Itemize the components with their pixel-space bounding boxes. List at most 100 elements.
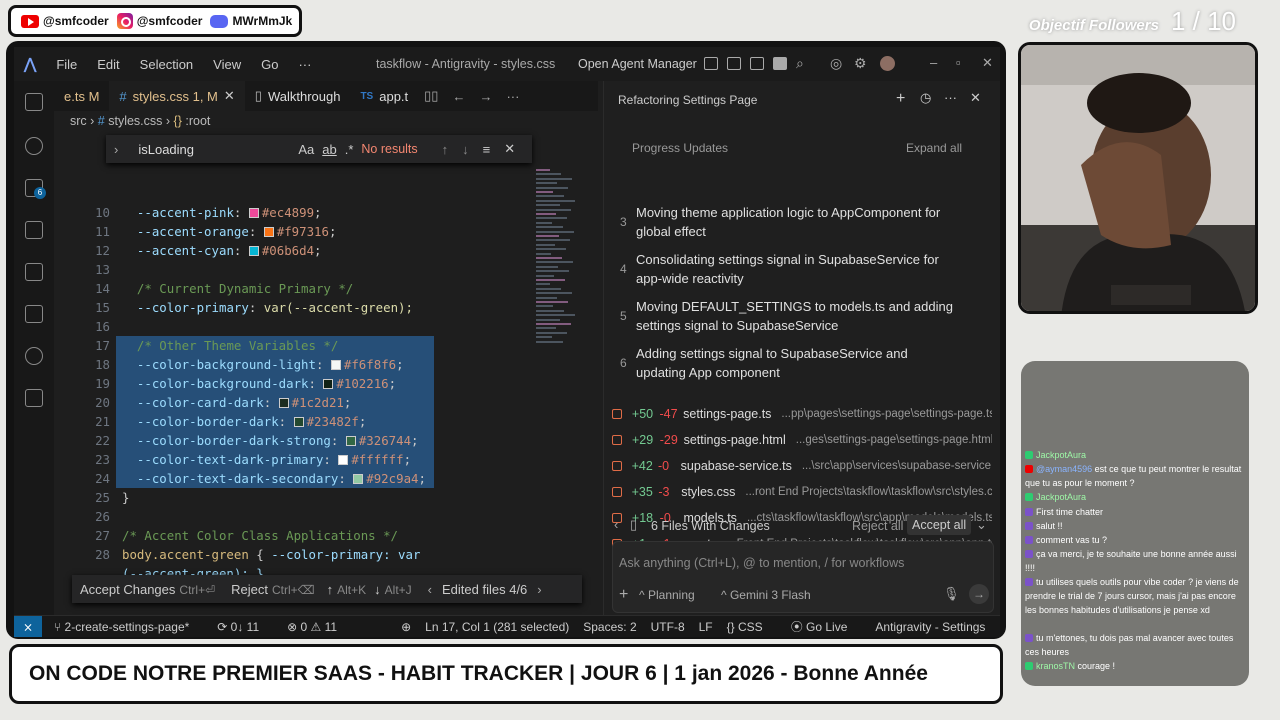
menu-file[interactable]: File (56, 57, 77, 72)
match-case-toggle[interactable]: Aa (298, 142, 314, 157)
code-line[interactable]: 12 --accent-cyan: #06b6d4; (54, 241, 544, 260)
close-icon[interactable]: ✕ (982, 55, 993, 71)
previous-change-button[interactable]: ↑ Alt+K (327, 582, 367, 597)
color-swatch[interactable] (248, 208, 259, 218)
code-line[interactable]: 19 --color-background-dark: #102216; (95, 374, 434, 393)
find-input[interactable]: isLoading (138, 142, 288, 157)
previous-file-icon[interactable]: ‹ (428, 582, 432, 597)
open-agent-manager-button[interactable]: Open Agent Manager (578, 57, 697, 71)
code-line[interactable]: 25} (54, 488, 544, 507)
menu-go[interactable]: Go (261, 57, 278, 72)
chat-input[interactable]: Ask anything (Ctrl+L), @ to mention, / f… (619, 556, 904, 570)
history-icon[interactable]: ◷ (920, 90, 931, 106)
mode-selector[interactable]: ^ Planning (639, 588, 695, 602)
microphone-icon[interactable]: 🎙 (943, 586, 960, 602)
code-line[interactable]: 10 --accent-pink: #ec4899; (54, 203, 544, 222)
cursor-position[interactable]: Ln 17, Col 1 (281 selected) (425, 620, 569, 634)
menu-view[interactable]: View (213, 57, 241, 72)
code-line[interactable]: 22 --color-border-dark-strong: #326744; (95, 431, 434, 450)
previous-match-icon[interactable]: ↑ (442, 142, 449, 157)
sync-indicator[interactable]: ⟳ 0↓ 11 (217, 620, 273, 634)
minimap[interactable] (534, 169, 584, 349)
color-swatch[interactable] (248, 246, 259, 256)
next-file-icon[interactable]: › (537, 582, 541, 597)
reject-all-button[interactable]: Reject all (852, 519, 903, 533)
toggle-replace-icon[interactable]: › (114, 142, 118, 157)
tab-ts-file[interactable]: e.ts M (54, 81, 109, 111)
whole-word-toggle[interactable]: ab (322, 142, 336, 157)
color-swatch[interactable] (345, 436, 356, 446)
settings-status[interactable]: Antigravity - Settings (875, 620, 985, 634)
back-icon[interactable]: ← (452, 89, 465, 104)
color-swatch[interactable] (263, 227, 274, 237)
minimize-icon[interactable]: – (930, 55, 937, 70)
changed-file-row[interactable]: +42 -0 supabase-service.ts ...\src\app\serv… (612, 453, 992, 479)
toggle-sidebar-icon[interactable] (727, 57, 741, 70)
code-line[interactable]: 13 (54, 260, 544, 279)
zoom-icon[interactable]: ⊕ (401, 620, 411, 634)
color-swatch[interactable] (353, 474, 364, 484)
go-live-button[interactable]: ⦿ Go Live (791, 618, 862, 635)
find-in-selection-icon[interactable]: ≡ (483, 142, 491, 157)
menu-edit[interactable]: Edit (97, 57, 119, 72)
code-line[interactable]: 20 --color-card-dark: #1c2d21; (95, 393, 434, 412)
encoding[interactable]: UTF-8 (651, 620, 685, 634)
forward-icon[interactable]: → (479, 89, 492, 104)
next-change-button[interactable]: ↓ Alt+J (374, 582, 412, 597)
maximize-icon[interactable]: ▫ (956, 55, 961, 70)
color-swatch[interactable] (338, 455, 349, 465)
code-line[interactable]: 27 /* Accent Color Class Applications */ (54, 526, 544, 545)
code-line[interactable]: 14 /* Current Dynamic Primary */ (54, 279, 544, 298)
accept-changes-button[interactable]: Accept Changes Ctrl+⏎ (80, 582, 215, 597)
changed-file-row[interactable]: +35 -3 styles.css ...ront End Projects\task… (612, 479, 992, 505)
code-line[interactable]: 15 --color-primary: var(--accent-green); (54, 298, 544, 317)
code-line[interactable]: 23 --color-text-dark-primary: #ffffff; (95, 450, 434, 469)
chevron-down-icon[interactable]: ⌄ (976, 517, 987, 533)
changed-file-row[interactable]: +50 -47 settings-page.ts ...pp\pages\settin… (612, 401, 992, 427)
reject-button[interactable]: Reject Ctrl+⌫ (231, 582, 315, 597)
extensions-icon[interactable] (25, 305, 43, 323)
regex-toggle[interactable]: .* (345, 142, 354, 157)
chat-input-box[interactable]: Ask anything (Ctrl+L), @ to mention, / f… (612, 541, 994, 613)
avatar[interactable] (880, 56, 895, 71)
toggle-secondary-sidebar-icon[interactable] (773, 57, 787, 70)
search-icon[interactable]: ⌕ (796, 55, 804, 72)
remote-explorer-icon[interactable] (25, 263, 43, 281)
tab-walkthrough[interactable]: ▯ Walkthrough (245, 81, 351, 111)
menu-more[interactable]: ··· (298, 57, 311, 72)
model-selector[interactable]: ^ Gemini 3 Flash (721, 588, 811, 602)
close-tab-icon[interactable]: ✕ (224, 88, 235, 104)
run-debug-icon[interactable] (25, 221, 43, 239)
code-editor[interactable]: 10 --accent-pink: #ec4899; 11 --accent-or… (54, 165, 544, 637)
color-swatch[interactable] (293, 417, 304, 427)
accept-all-button[interactable]: Accept all (907, 515, 972, 535)
code-line[interactable]: 24 --color-text-dark-secondary: #92c9a4; (95, 469, 434, 488)
branch-indicator[interactable]: ⑂ 2-create-settings-page* (54, 620, 203, 634)
close-panel-icon[interactable]: ✕ (970, 90, 981, 106)
explorer-icon[interactable] (25, 93, 43, 111)
toggle-panel-icon[interactable] (750, 57, 764, 70)
containers-icon[interactable] (25, 389, 43, 407)
github-icon[interactable] (25, 347, 43, 365)
tab-styles-css[interactable]: # styles.css 1, M ✕ (109, 81, 245, 111)
new-chat-icon[interactable]: + (896, 90, 905, 108)
layout-icon[interactable] (704, 57, 718, 70)
collapse-icon[interactable]: ‹ (614, 517, 618, 532)
color-swatch[interactable] (323, 379, 334, 389)
more-actions-icon[interactable]: ··· (506, 89, 519, 104)
code-line[interactable]: 26 (54, 507, 544, 526)
color-swatch[interactable] (330, 360, 341, 370)
tab-app-ts[interactable]: TS app.t (350, 81, 418, 111)
expand-all-button[interactable]: Expand all (906, 141, 962, 155)
more-icon[interactable]: ··· (944, 90, 957, 105)
code-line[interactable]: 17 /* Other Theme Variables */ (95, 336, 434, 355)
line-ending[interactable]: LF (699, 620, 713, 634)
menu-selection[interactable]: Selection (140, 57, 193, 72)
add-context-icon[interactable]: + (619, 586, 628, 604)
code-line[interactable]: 18 --color-background-light: #f6f8f6; (95, 355, 434, 374)
close-find-icon[interactable]: ✕ (504, 141, 515, 157)
code-line[interactable]: 16 (54, 317, 544, 336)
gear-icon[interactable]: ⚙ (854, 55, 867, 72)
problems-indicator[interactable]: ⊗ 0 ⚠ 11 (287, 620, 337, 634)
color-swatch[interactable] (278, 398, 289, 408)
